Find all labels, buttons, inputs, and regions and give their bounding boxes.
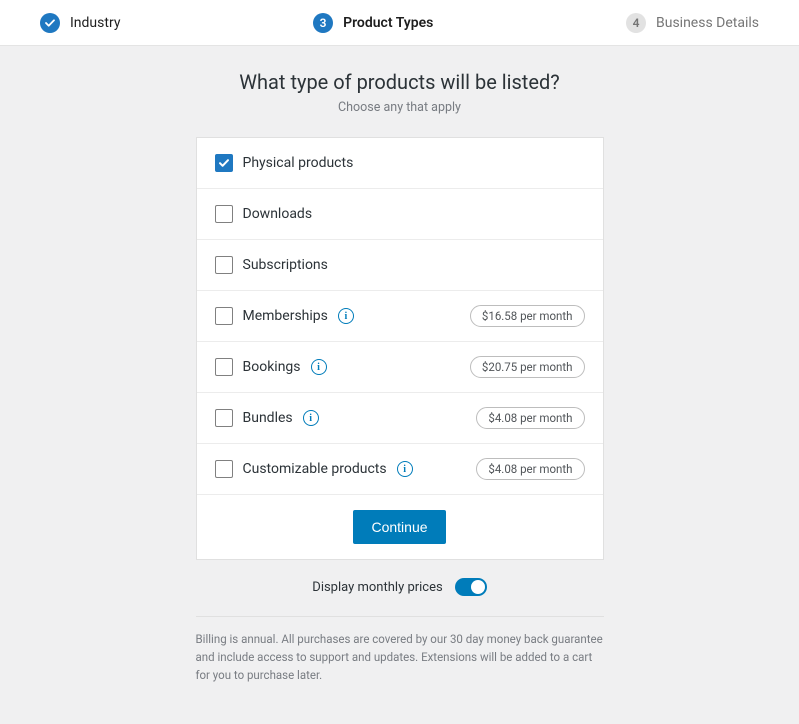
price-pill: $4.08 per month: [476, 407, 584, 429]
product-row-memberships[interactable]: Memberships i $16.58 per month: [197, 291, 603, 342]
step-label: Industry: [70, 15, 120, 31]
checkbox[interactable]: [215, 358, 233, 376]
divider: [196, 616, 604, 617]
product-label: Downloads: [243, 206, 313, 222]
checkbox[interactable]: [215, 409, 233, 427]
info-icon[interactable]: i: [397, 461, 413, 477]
heading: What type of products will be listed? Ch…: [0, 70, 799, 115]
check-icon: [40, 13, 60, 33]
checkbox[interactable]: [215, 307, 233, 325]
page-subtitle: Choose any that apply: [0, 100, 799, 115]
product-label: Bundles: [243, 410, 293, 426]
step-number-icon: 4: [626, 13, 646, 33]
wizard-stepper: Industry 3 Product Types 4 Business Deta…: [0, 0, 799, 46]
price-pill: $20.75 per month: [470, 356, 585, 378]
page-title: What type of products will be listed?: [0, 70, 799, 94]
info-icon[interactable]: i: [338, 308, 354, 324]
step-label: Business Details: [656, 15, 759, 31]
product-label: Memberships: [243, 308, 328, 324]
product-label: Subscriptions: [243, 257, 328, 273]
panel-footer: Continue: [197, 495, 603, 559]
product-row-downloads[interactable]: Downloads: [197, 189, 603, 240]
price-pill: $16.58 per month: [470, 305, 585, 327]
fine-print: Billing is annual. All purchases are cov…: [196, 631, 604, 684]
info-icon[interactable]: i: [303, 410, 319, 426]
step-label: Product Types: [343, 15, 433, 31]
checkbox[interactable]: [215, 205, 233, 223]
product-row-customizable[interactable]: Customizable products i $4.08 per month: [197, 444, 603, 495]
step-business-details[interactable]: 4 Business Details: [626, 13, 759, 33]
info-icon[interactable]: i: [311, 359, 327, 375]
price-pill: $4.08 per month: [476, 458, 584, 480]
step-number-icon: 3: [313, 13, 333, 33]
stage: What type of products will be listed? Ch…: [0, 46, 799, 724]
monthly-price-toggle[interactable]: [455, 578, 487, 596]
product-label: Customizable products: [243, 461, 387, 477]
continue-button[interactable]: Continue: [353, 510, 445, 544]
checkbox[interactable]: [215, 154, 233, 172]
toggle-label: Display monthly prices: [312, 580, 442, 595]
product-label: Physical products: [243, 155, 354, 171]
step-product-types[interactable]: 3 Product Types: [313, 13, 433, 33]
step-industry[interactable]: Industry: [40, 13, 120, 33]
product-row-subscriptions[interactable]: Subscriptions: [197, 240, 603, 291]
product-label: Bookings: [243, 359, 301, 375]
checkbox[interactable]: [215, 460, 233, 478]
checkbox[interactable]: [215, 256, 233, 274]
product-types-panel: Physical products Downloads Subscription…: [196, 137, 604, 560]
product-row-bundles[interactable]: Bundles i $4.08 per month: [197, 393, 603, 444]
product-row-bookings[interactable]: Bookings i $20.75 per month: [197, 342, 603, 393]
monthly-price-toggle-row: Display monthly prices: [0, 578, 799, 596]
product-row-physical[interactable]: Physical products: [197, 138, 603, 189]
